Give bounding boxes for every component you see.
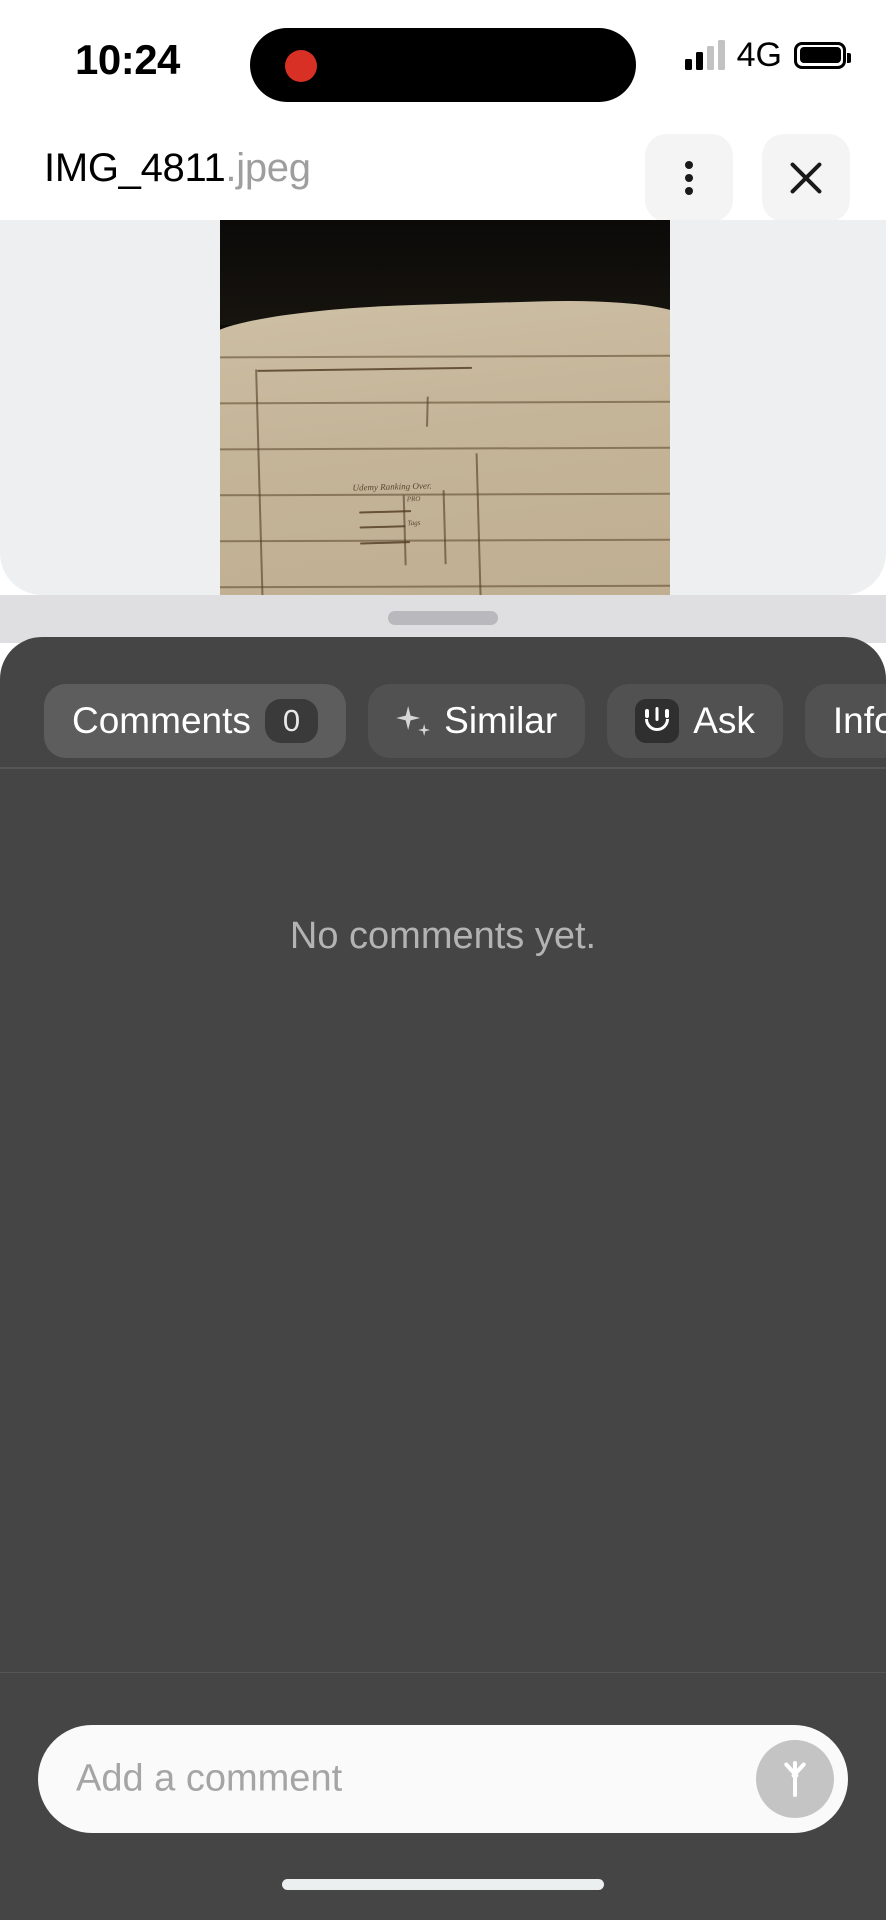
- recording-dot-icon: [285, 50, 317, 82]
- photo-preview-panel[interactable]: Udemy Ranking Over. PRO Tags: [0, 220, 886, 595]
- tab-info[interactable]: Info: [804, 684, 886, 758]
- file-header: IMG_4811.jpeg: [0, 118, 886, 222]
- dynamic-island[interactable]: [250, 28, 636, 102]
- tab-similar-label: Similar: [444, 700, 558, 741]
- drag-handle[interactable]: [388, 611, 498, 625]
- comment-input[interactable]: Add a comment: [38, 1725, 848, 1833]
- home-indicator[interactable]: [282, 1879, 604, 1890]
- close-x-icon: [786, 158, 826, 198]
- smiley-face-icon: [635, 699, 680, 743]
- tab-ask-label: Ask: [693, 700, 755, 741]
- signal-bars-icon: [684, 40, 725, 70]
- send-comment-button[interactable]: [756, 1740, 834, 1818]
- status-bar-indicators: 4G: [684, 36, 851, 74]
- tab-info-label: Info: [832, 700, 886, 741]
- photo-notebook-paper: Udemy Ranking Over. PRO Tags: [220, 297, 670, 595]
- tab-bar: Comments 0 Similar Ask Info: [0, 675, 886, 767]
- file-basename: IMG_4811: [44, 146, 226, 190]
- details-sheet: Comments 0 Similar Ask Info No comments …: [0, 637, 886, 1920]
- file-extension: .jpeg: [225, 146, 311, 190]
- status-bar-time: 10:24: [75, 36, 180, 83]
- tabbar-divider: [0, 767, 886, 769]
- more-options-button[interactable]: [645, 134, 733, 222]
- status-bar: 10:24 4G: [0, 0, 886, 118]
- tab-comments-label: Comments: [72, 700, 251, 741]
- tab-similar[interactable]: Similar: [368, 684, 586, 758]
- comment-composer: Add a comment: [0, 1673, 886, 1920]
- screen-root: 10:24 4G IMG_4811.jpeg Udemy Ranking Ove…: [0, 0, 886, 1920]
- photo-image[interactable]: Udemy Ranking Over. PRO Tags: [220, 220, 670, 595]
- sheet-grabber-area[interactable]: [0, 595, 886, 643]
- battery-full-icon: [794, 41, 851, 69]
- close-button[interactable]: [762, 134, 850, 222]
- tab-comments[interactable]: Comments 0: [44, 684, 347, 758]
- tab-ask[interactable]: Ask: [607, 684, 783, 758]
- sparkle-icon: [396, 704, 431, 738]
- network-type-label: 4G: [736, 36, 782, 74]
- comment-input-placeholder: Add a comment: [76, 1757, 343, 1800]
- comments-count-badge: 0: [264, 698, 319, 744]
- arrow-up-icon: [775, 1757, 815, 1801]
- kebab-menu-icon: [685, 156, 693, 200]
- empty-comments-message: No comments yet.: [289, 915, 597, 957]
- page-title: IMG_4811.jpeg: [44, 146, 311, 191]
